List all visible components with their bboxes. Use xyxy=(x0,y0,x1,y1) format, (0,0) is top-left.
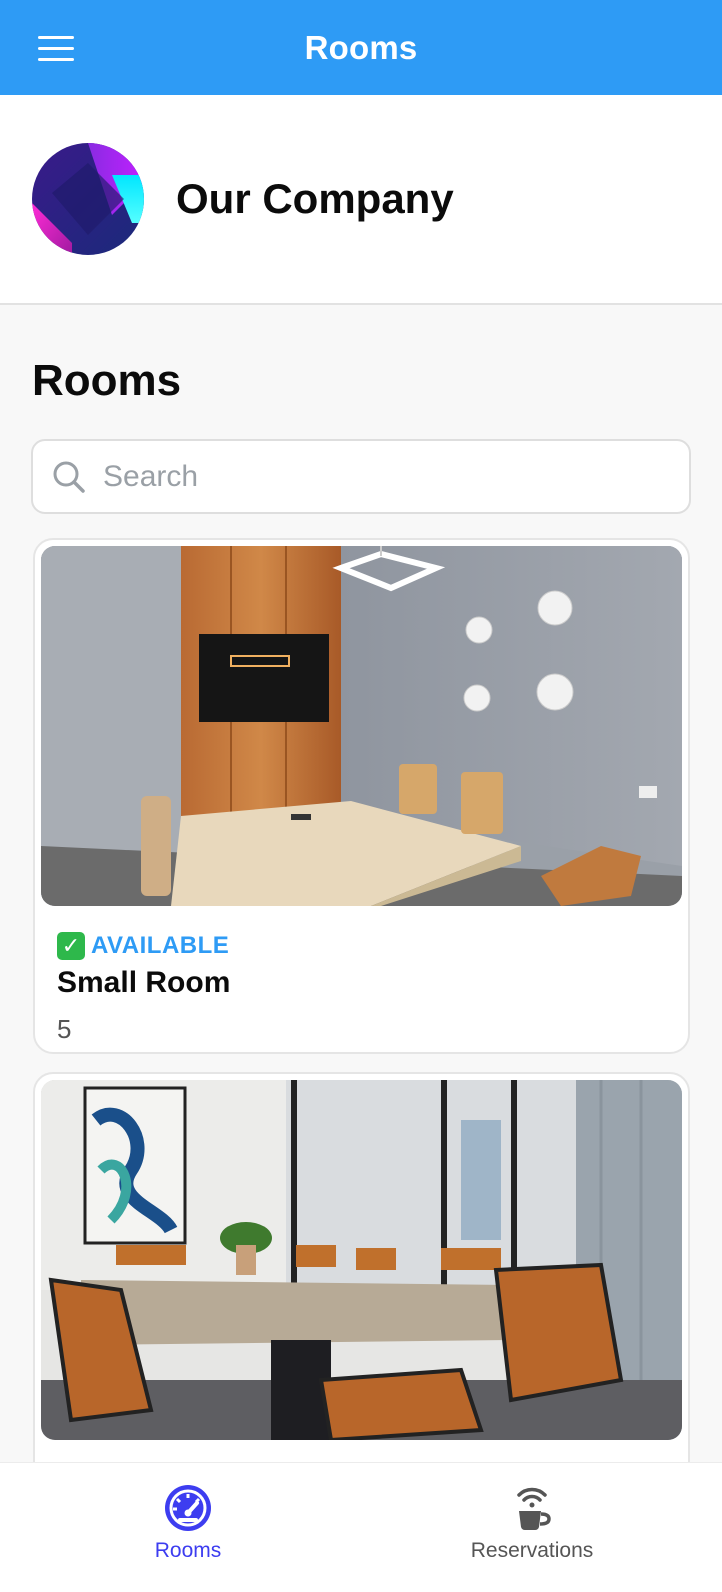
coffee-cup-icon xyxy=(517,1487,551,1530)
nav-label-reservations: Reservations xyxy=(470,1539,594,1562)
status-row: ✓ AVAILABLE xyxy=(57,932,666,960)
app-root: Rooms Our Company Rooms Search ✓ AVAILAB… xyxy=(0,0,722,1592)
status-badge: AVAILABLE xyxy=(91,932,230,959)
search-bar[interactable] xyxy=(31,439,691,514)
hamburger-menu-icon[interactable] xyxy=(28,26,84,70)
room-card[interactable]: ✓ AVAILABLE Small Room 5 xyxy=(33,538,690,1054)
search-icon xyxy=(53,461,85,493)
room-photo xyxy=(41,546,682,906)
nav-label-rooms: Rooms xyxy=(154,1539,222,1562)
check-box-icon: ✓ xyxy=(57,932,85,960)
search-input[interactable] xyxy=(103,459,663,494)
room-name: Small Room xyxy=(57,966,231,999)
speedometer-icon xyxy=(165,1485,211,1531)
section-title: Rooms xyxy=(32,356,182,405)
company-logo xyxy=(32,143,144,255)
page-title: Rooms xyxy=(304,28,418,66)
top-app-bar: Rooms xyxy=(0,0,722,95)
bottom-navigation: Rooms Reservations xyxy=(0,1462,722,1592)
nav-item-reservations[interactable]: Reservations xyxy=(452,1483,612,1563)
company-header: Our Company xyxy=(0,95,722,305)
room-capacity: 5 xyxy=(57,1014,72,1044)
company-name: Our Company xyxy=(176,175,454,222)
room-photo xyxy=(41,1080,682,1440)
nav-item-rooms[interactable]: Rooms xyxy=(138,1483,238,1563)
